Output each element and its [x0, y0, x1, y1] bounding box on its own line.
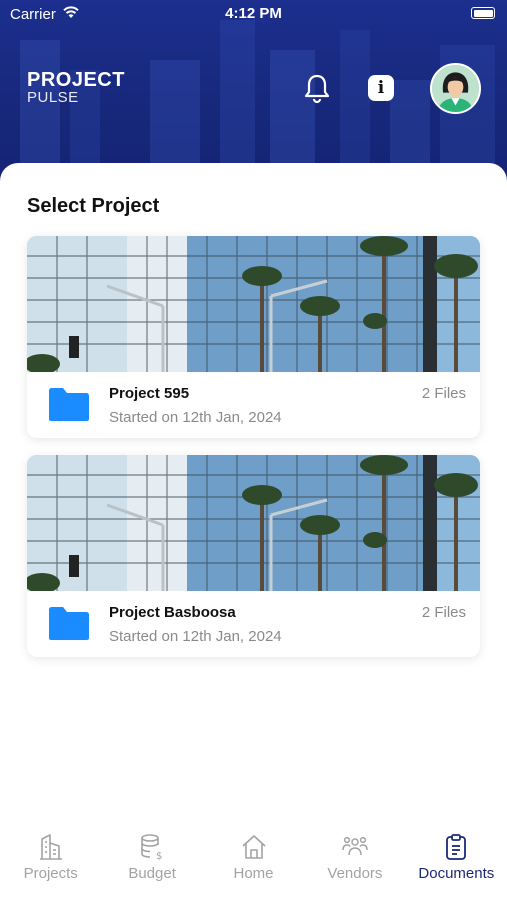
- bottom-nav: Projects $ Budget Home Vendors Documents: [0, 823, 507, 900]
- project-image: [27, 236, 480, 372]
- nav-label: Home: [233, 865, 274, 882]
- avatar[interactable]: [430, 63, 481, 114]
- clipboard-icon: [446, 834, 467, 860]
- home-icon: [241, 835, 266, 859]
- project-name: Project Basboosa: [109, 604, 236, 621]
- project-name: Project 595: [109, 385, 190, 402]
- project-start-date: Started on 12th Jan, 2024: [109, 628, 282, 645]
- info-icon[interactable]: i: [368, 75, 394, 101]
- status-bar: Carrier 4:12 PM: [0, 0, 507, 28]
- folder-icon: [49, 388, 89, 421]
- status-time: 4:12 PM: [225, 5, 282, 22]
- nav-item-projects[interactable]: Projects: [0, 823, 101, 900]
- logo-subtitle: PULSE: [27, 89, 79, 106]
- nav-label: Budget: [128, 865, 176, 882]
- nav-item-budget[interactable]: $ Budget: [101, 823, 202, 900]
- file-count: 2 Files: [421, 604, 466, 621]
- nav-item-vendors[interactable]: Vendors: [304, 823, 405, 900]
- project-card[interactable]: Project Basboosa Started on 12th Jan, 20…: [27, 455, 480, 657]
- bell-icon[interactable]: [302, 72, 332, 104]
- nav-label: Vendors: [327, 865, 383, 882]
- project-card[interactable]: Project 595 Started on 12th Jan, 2024 2 …: [27, 236, 480, 438]
- project-list-sheet: Select Project Project 595 Started on 12…: [0, 163, 507, 823]
- nav-item-home[interactable]: Home: [203, 823, 304, 900]
- project-start-date: Started on 12th Jan, 2024: [109, 409, 282, 426]
- logo-title: PROJECT: [27, 69, 125, 91]
- page-title: Select Project: [27, 195, 160, 217]
- project-image: [27, 455, 480, 591]
- file-count: 2 Files: [421, 385, 466, 402]
- nav-item-documents[interactable]: Documents: [406, 823, 507, 900]
- header: Carrier 4:12 PM PROJECT PULSE i: [0, 0, 507, 190]
- building-icon: [39, 834, 62, 860]
- battery-icon: [471, 7, 495, 19]
- svg-text:$: $: [156, 851, 162, 861]
- nav-label: Projects: [23, 865, 78, 882]
- nav-label: Documents: [418, 865, 495, 882]
- app-logo: PROJECT PULSE: [27, 70, 125, 106]
- coins-icon: $: [141, 834, 162, 861]
- people-icon: [342, 836, 368, 856]
- folder-icon: [49, 607, 89, 640]
